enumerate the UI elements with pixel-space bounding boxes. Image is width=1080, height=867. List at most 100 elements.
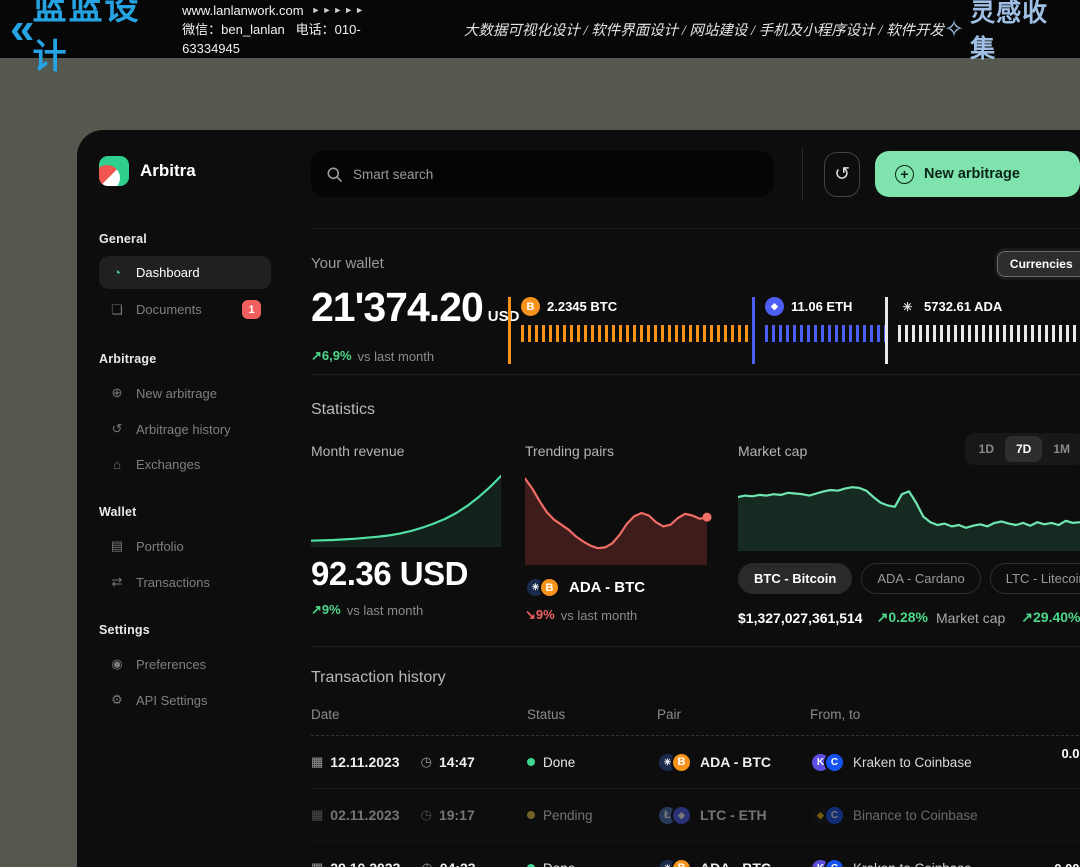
trending-pairs-change-suffix: vs last month [561, 608, 638, 623]
trending-pair-label: ADA - BTC [569, 579, 645, 596]
search-box[interactable] [311, 151, 774, 197]
range-1m[interactable]: 1M [1042, 436, 1080, 462]
market-cap-value: $1,327,027,361,514 [738, 610, 863, 626]
wallet-currency-bars: B 2.2345 BTC ◆ 11.06 ETH ✳ 5732.61 ADA [508, 297, 1080, 364]
tx-pair: LTC - ETH [700, 807, 767, 823]
balance-value: 21'374.20 [311, 284, 483, 330]
clock-icon: ◷ [421, 860, 432, 867]
status-dot-done [527, 758, 535, 766]
topbar: ↺ + New arbitrage [311, 151, 1080, 197]
sidebar-item-transactions[interactable]: ⇄ Transactions [99, 565, 271, 599]
range-7d[interactable]: 7D [1005, 436, 1042, 462]
chip-btc-bitcoin[interactable]: BTC - Bitcoin [738, 563, 852, 594]
inspiration-collect-link[interactable]: ✧ 灵感收集 [944, 0, 1066, 65]
month-revenue-change: 9% [322, 602, 341, 617]
wallet-balance: 21'374.20USD ↗6,9% vs last month [311, 285, 508, 364]
sidebar-item-portfolio[interactable]: ▤ Portfolio [99, 529, 271, 563]
banner-wechat: 微信：ben_lanlan [182, 22, 285, 37]
banner-arrows-icon: ►►►►► [312, 1, 367, 20]
market-cap-change: 0.28% [888, 609, 928, 625]
sidebar-item-api-settings[interactable]: ⚙ API Settings [99, 683, 271, 717]
sidebar-item-arbitrage-history[interactable]: ↺ Arbitrage history [99, 412, 271, 446]
table-row[interactable]: ▦ 02.11.2023 ◷ 19:17 Pending Ł ◆ LTC - E… [311, 789, 1080, 842]
search-input[interactable] [353, 167, 758, 182]
table-row[interactable]: ▦ 12.11.2023 ◷ 14:47 Done ✳ B ADA - BTC … [311, 736, 1080, 789]
divider [311, 646, 1080, 647]
sidebar-item-label: Documents [136, 302, 202, 317]
history-icon: ↺ [834, 163, 850, 186]
ada-bars [898, 325, 1080, 342]
tx-pair: ADA - BTC [700, 754, 771, 770]
sidebar-item-label: Exchanges [136, 457, 200, 472]
ada-segment[interactable]: ✳ 5732.61 ADA [885, 297, 1080, 364]
range-1d[interactable]: 1D [968, 436, 1005, 462]
toggle-icon: ◉ [109, 656, 125, 672]
tx-pair: ADA - BTC [700, 860, 771, 867]
wallet-row: 21'374.20USD ↗6,9% vs last month B 2.234… [311, 285, 1080, 364]
tx-amount: 0.0000 [998, 860, 1080, 867]
tx-route: Kraken to Coinbase [853, 861, 972, 867]
new-arbitrage-button[interactable]: + New arbitrage [875, 151, 1080, 197]
home-icon: ⌂ [109, 457, 125, 472]
sidebar-item-label: New arbitrage [136, 386, 217, 401]
sidebar-item-dashboard[interactable]: ◔ Dashboard [99, 256, 271, 289]
sidebar-item-preferences[interactable]: ◉ Preferences [99, 647, 271, 681]
trending-pairs-change: 9% [536, 607, 555, 622]
btc-icon: B [539, 577, 560, 598]
clock-icon: ◷ [421, 807, 432, 823]
arbitra-logo-icon [99, 156, 129, 186]
plus-icon: + [895, 165, 914, 184]
sidebar: Arbitra General ◔ Dashboard ❏ Documents … [77, 130, 285, 867]
lanlan-logo[interactable]: « 蓝蓝设计 [10, 0, 166, 78]
sidebar-item-label: Transactions [136, 575, 210, 590]
coinbase-icon: C [824, 805, 845, 826]
market-cap-panel: Market cap 1D 7D 1M BTC - Bitcoin ADA - … [738, 443, 1080, 626]
market-cap-label: Market cap [936, 610, 1005, 626]
chip-ada-cardano[interactable]: ADA - Cardano [861, 563, 980, 594]
banner-url[interactable]: www.lanlanwork.com [182, 1, 303, 20]
wallet-change: 6,9% [322, 348, 352, 363]
trend-down-icon: ↘ [525, 607, 536, 622]
month-revenue-change-suffix: vs last month [347, 603, 424, 618]
lanlan-logo-icon: « [10, 9, 30, 49]
nav-section-general: General ◔ Dashboard ❏ Documents 1 [99, 232, 271, 328]
range-toggle: 1D 7D 1M [965, 433, 1080, 465]
documents-badge: 1 [242, 300, 261, 319]
sidebar-item-new-arbitrage[interactable]: ⊕ New arbitrage [99, 376, 271, 410]
ada-amount: 5732.61 ADA [924, 299, 1002, 314]
history-button[interactable]: ↺ [824, 152, 860, 197]
transactions-header: Date Status Pair From, to [311, 707, 1080, 736]
nav-header-general: General [99, 232, 271, 246]
divider [311, 228, 1080, 229]
clock-icon: ◷ [421, 754, 432, 770]
nav-section-arbitrage: Arbitrage ⊕ New arbitrage ↺ Arbitrage hi… [99, 352, 271, 481]
coinbase-icon: C [824, 752, 845, 773]
btc-icon: B [521, 297, 540, 316]
sidebar-item-exchanges[interactable]: ⌂ Exchanges [99, 448, 271, 481]
sidebar-item-documents[interactable]: ❏ Documents 1 [99, 291, 271, 328]
table-row[interactable]: ▦ 29.10.2023 ◷ 04:23 Done ✳ B ADA - BTC … [311, 842, 1080, 867]
col-pair: Pair [657, 707, 810, 722]
divider [311, 374, 1080, 375]
statistics-row: Month revenue 92.36 USD ↗9% vs last mont… [311, 443, 1080, 626]
status-badge: Done [543, 861, 575, 867]
wallet-tabs: Currencies Exchanges [994, 248, 1080, 280]
tab-currencies[interactable]: Currencies [997, 251, 1080, 277]
tx-time: 14:47 [439, 754, 475, 770]
tx-time: 19:17 [439, 807, 475, 823]
chip-ltc-litecoin[interactable]: LTC - Litecoin [990, 563, 1080, 594]
btc-segment[interactable]: B 2.2345 BTC [508, 297, 752, 364]
trend-up-icon: ↗ [311, 602, 322, 617]
status-dot-pending [527, 811, 535, 819]
wallet-header: Your wallet Currencies Exchanges [311, 255, 1080, 273]
calendar-icon: ▦ [311, 754, 323, 770]
tx-date: 12.11.2023 [330, 754, 399, 770]
market-cap-stats: $1,327,027,361,514 ↗0.28% Market cap ↗29… [738, 609, 1080, 626]
sidebar-item-label: Dashboard [136, 265, 200, 280]
nav-section-settings: Settings ◉ Preferences ⚙ API Settings [99, 623, 271, 717]
eth-segment[interactable]: ◆ 11.06 ETH [752, 297, 885, 364]
app-brand[interactable]: Arbitra [99, 156, 271, 186]
eth-icon: ◆ [671, 805, 692, 826]
btc-bars [521, 325, 752, 342]
app-name: Arbitra [140, 161, 196, 181]
